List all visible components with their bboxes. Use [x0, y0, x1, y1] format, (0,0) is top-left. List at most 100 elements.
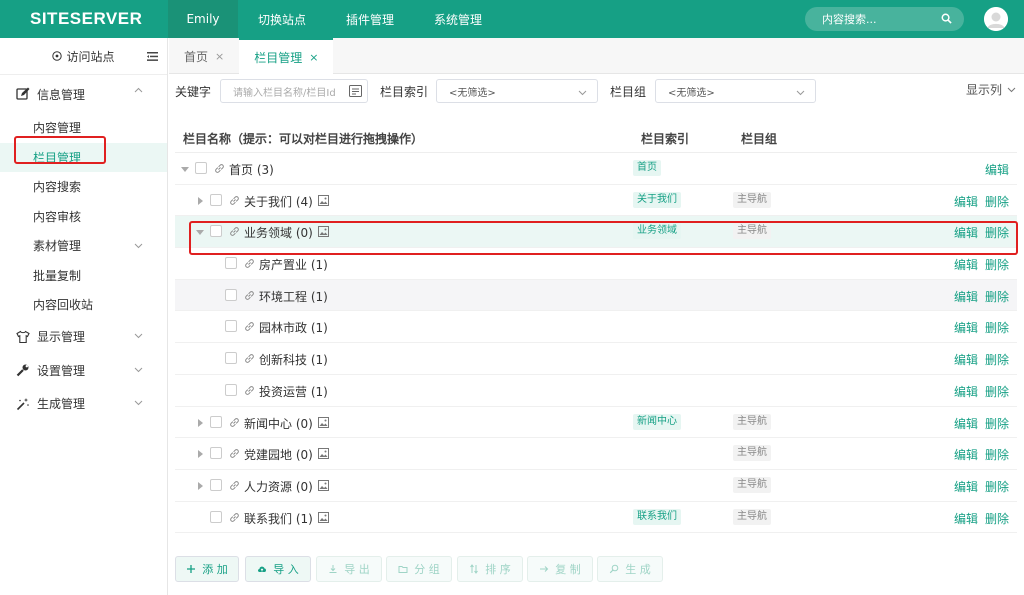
- delete-link[interactable]: 删除: [985, 288, 1009, 305]
- caret-right-icon[interactable]: [196, 481, 204, 490]
- sidebar-group-settings[interactable]: 设置管理: [0, 354, 167, 387]
- edit-link[interactable]: 编辑: [985, 161, 1009, 178]
- edit-link[interactable]: 编辑: [954, 415, 978, 432]
- row-checkbox[interactable]: [210, 193, 222, 206]
- close-icon[interactable]: ×: [309, 51, 318, 64]
- add-button[interactable]: 添 加: [175, 556, 239, 582]
- channel-name[interactable]: 党建园地 (0): [244, 446, 313, 463]
- sidebar-item-content-review[interactable]: 内容审核: [0, 202, 167, 232]
- delete-link[interactable]: 删除: [985, 478, 1009, 495]
- sidebar-item-recycle-bin[interactable]: 内容回收站: [0, 290, 167, 320]
- channel-name[interactable]: 环境工程 (1): [259, 288, 328, 305]
- columns-toggle[interactable]: 显示列: [966, 81, 1016, 98]
- channel-name[interactable]: 首页 (3): [229, 161, 274, 178]
- edit-link[interactable]: 编辑: [954, 288, 978, 305]
- image-icon[interactable]: [318, 511, 329, 523]
- table-row[interactable]: 投资运营 (1) 编辑 删除: [175, 375, 1017, 407]
- sidebar-group-info[interactable]: 信息管理: [0, 75, 167, 113]
- table-row[interactable]: 园林市政 (1) 编辑 删除: [175, 311, 1017, 344]
- caret-down-icon[interactable]: [181, 165, 189, 173]
- edit-link[interactable]: 编辑: [954, 193, 978, 210]
- channel-name[interactable]: 人力资源 (0): [244, 478, 313, 495]
- sidebar-group-display[interactable]: 显示管理: [0, 320, 167, 354]
- link-icon[interactable]: [229, 480, 240, 491]
- top-nav-plugins[interactable]: 插件管理: [326, 0, 414, 38]
- edit-link[interactable]: 编辑: [954, 256, 978, 273]
- copy-button[interactable]: 复 制: [527, 556, 593, 582]
- group-select[interactable]: <无筛选>: [655, 79, 816, 103]
- content-search-input[interactable]: 内容搜索...: [805, 7, 964, 31]
- channel-name[interactable]: 房产置业 (1): [259, 256, 328, 273]
- edit-link[interactable]: 编辑: [954, 510, 978, 527]
- search-icon[interactable]: [941, 13, 952, 24]
- channel-name[interactable]: 创新科技 (1): [259, 351, 328, 368]
- link-icon[interactable]: [244, 290, 255, 301]
- row-checkbox[interactable]: [225, 257, 237, 270]
- group-button[interactable]: 分 组: [386, 556, 452, 582]
- tab-home[interactable]: 首页 ×: [169, 38, 239, 74]
- table-row[interactable]: 首页 (3) 首页 编辑: [175, 153, 1017, 185]
- row-checkbox[interactable]: [210, 478, 222, 491]
- visit-site-link[interactable]: 访问站点: [0, 38, 167, 75]
- link-icon[interactable]: [229, 417, 240, 428]
- table-row[interactable]: 环境工程 (1) 编辑 删除: [175, 279, 1017, 312]
- image-icon[interactable]: [318, 194, 329, 206]
- row-checkbox[interactable]: [225, 383, 237, 396]
- row-checkbox[interactable]: [195, 162, 207, 174]
- edit-link[interactable]: 编辑: [954, 319, 978, 336]
- channel-name[interactable]: 新闻中心 (0): [244, 415, 313, 432]
- table-row[interactable]: 联系我们 (1) 联系我们 主导航 编辑 删除: [175, 502, 1017, 534]
- image-icon[interactable]: [318, 448, 329, 460]
- edit-link[interactable]: 编辑: [954, 446, 978, 463]
- channel-name[interactable]: 园林市政 (1): [259, 319, 328, 336]
- table-row[interactable]: 党建园地 (0) 主导航 编辑 删除: [175, 438, 1017, 470]
- sidebar-item-materials[interactable]: 素材管理: [0, 231, 167, 261]
- link-icon[interactable]: [229, 512, 240, 523]
- close-icon[interactable]: ×: [215, 50, 224, 63]
- table-row[interactable]: 人力资源 (0) 主导航 编辑 删除: [175, 470, 1017, 502]
- image-icon[interactable]: [318, 479, 329, 491]
- edit-link[interactable]: 编辑: [954, 478, 978, 495]
- edit-link[interactable]: 编辑: [954, 351, 978, 368]
- caret-right-icon[interactable]: [196, 418, 204, 427]
- link-icon[interactable]: [229, 448, 240, 459]
- top-nav-emily[interactable]: Emily: [168, 0, 238, 38]
- channel-name[interactable]: 投资运营 (1): [259, 383, 328, 400]
- table-row[interactable]: 创新科技 (1) 编辑 删除: [175, 343, 1017, 375]
- table-row[interactable]: 新闻中心 (0) 新闻中心 主导航 编辑 删除: [175, 407, 1017, 439]
- row-checkbox[interactable]: [210, 447, 222, 460]
- delete-link[interactable]: 删除: [985, 193, 1009, 210]
- import-button[interactable]: 导 入: [245, 556, 311, 582]
- delete-link[interactable]: 删除: [985, 383, 1009, 400]
- caret-right-icon[interactable]: [196, 196, 204, 205]
- link-icon[interactable]: [244, 353, 255, 364]
- index-select[interactable]: <无筛选>: [436, 79, 598, 103]
- delete-link[interactable]: 删除: [985, 319, 1009, 336]
- delete-link[interactable]: 删除: [985, 415, 1009, 432]
- channel-name[interactable]: 关于我们 (4): [244, 193, 313, 210]
- top-nav-switch-site[interactable]: 切换站点: [238, 0, 326, 38]
- menu-toggle-icon[interactable]: [147, 52, 158, 61]
- row-checkbox[interactable]: [225, 320, 237, 333]
- sidebar-item-content-search[interactable]: 内容搜索: [0, 172, 167, 202]
- row-checkbox[interactable]: [210, 510, 222, 523]
- keyword-input[interactable]: 请输入栏目名称/栏目Id: [220, 79, 368, 103]
- caret-right-icon[interactable]: [196, 450, 204, 459]
- row-checkbox[interactable]: [225, 288, 237, 301]
- row-checkbox[interactable]: [210, 415, 222, 428]
- link-icon[interactable]: [214, 163, 225, 174]
- top-nav-system[interactable]: 系统管理: [414, 0, 502, 38]
- delete-link[interactable]: 删除: [985, 446, 1009, 463]
- siteserver-logo[interactable]: SITESERVER: [0, 0, 168, 38]
- delete-link[interactable]: 删除: [985, 256, 1009, 273]
- sidebar-item-batch-copy[interactable]: 批量复制: [0, 261, 167, 291]
- row-checkbox[interactable]: [225, 352, 237, 365]
- delete-link[interactable]: 删除: [985, 510, 1009, 527]
- export-button[interactable]: 导 出: [316, 556, 382, 582]
- tab-channels[interactable]: 栏目管理 ×: [239, 38, 334, 74]
- sidebar-group-generate[interactable]: 生成管理: [0, 387, 167, 421]
- image-icon[interactable]: [318, 416, 329, 428]
- link-icon[interactable]: [229, 195, 240, 206]
- link-icon[interactable]: [244, 258, 255, 269]
- generate-button[interactable]: 生 成: [597, 556, 663, 582]
